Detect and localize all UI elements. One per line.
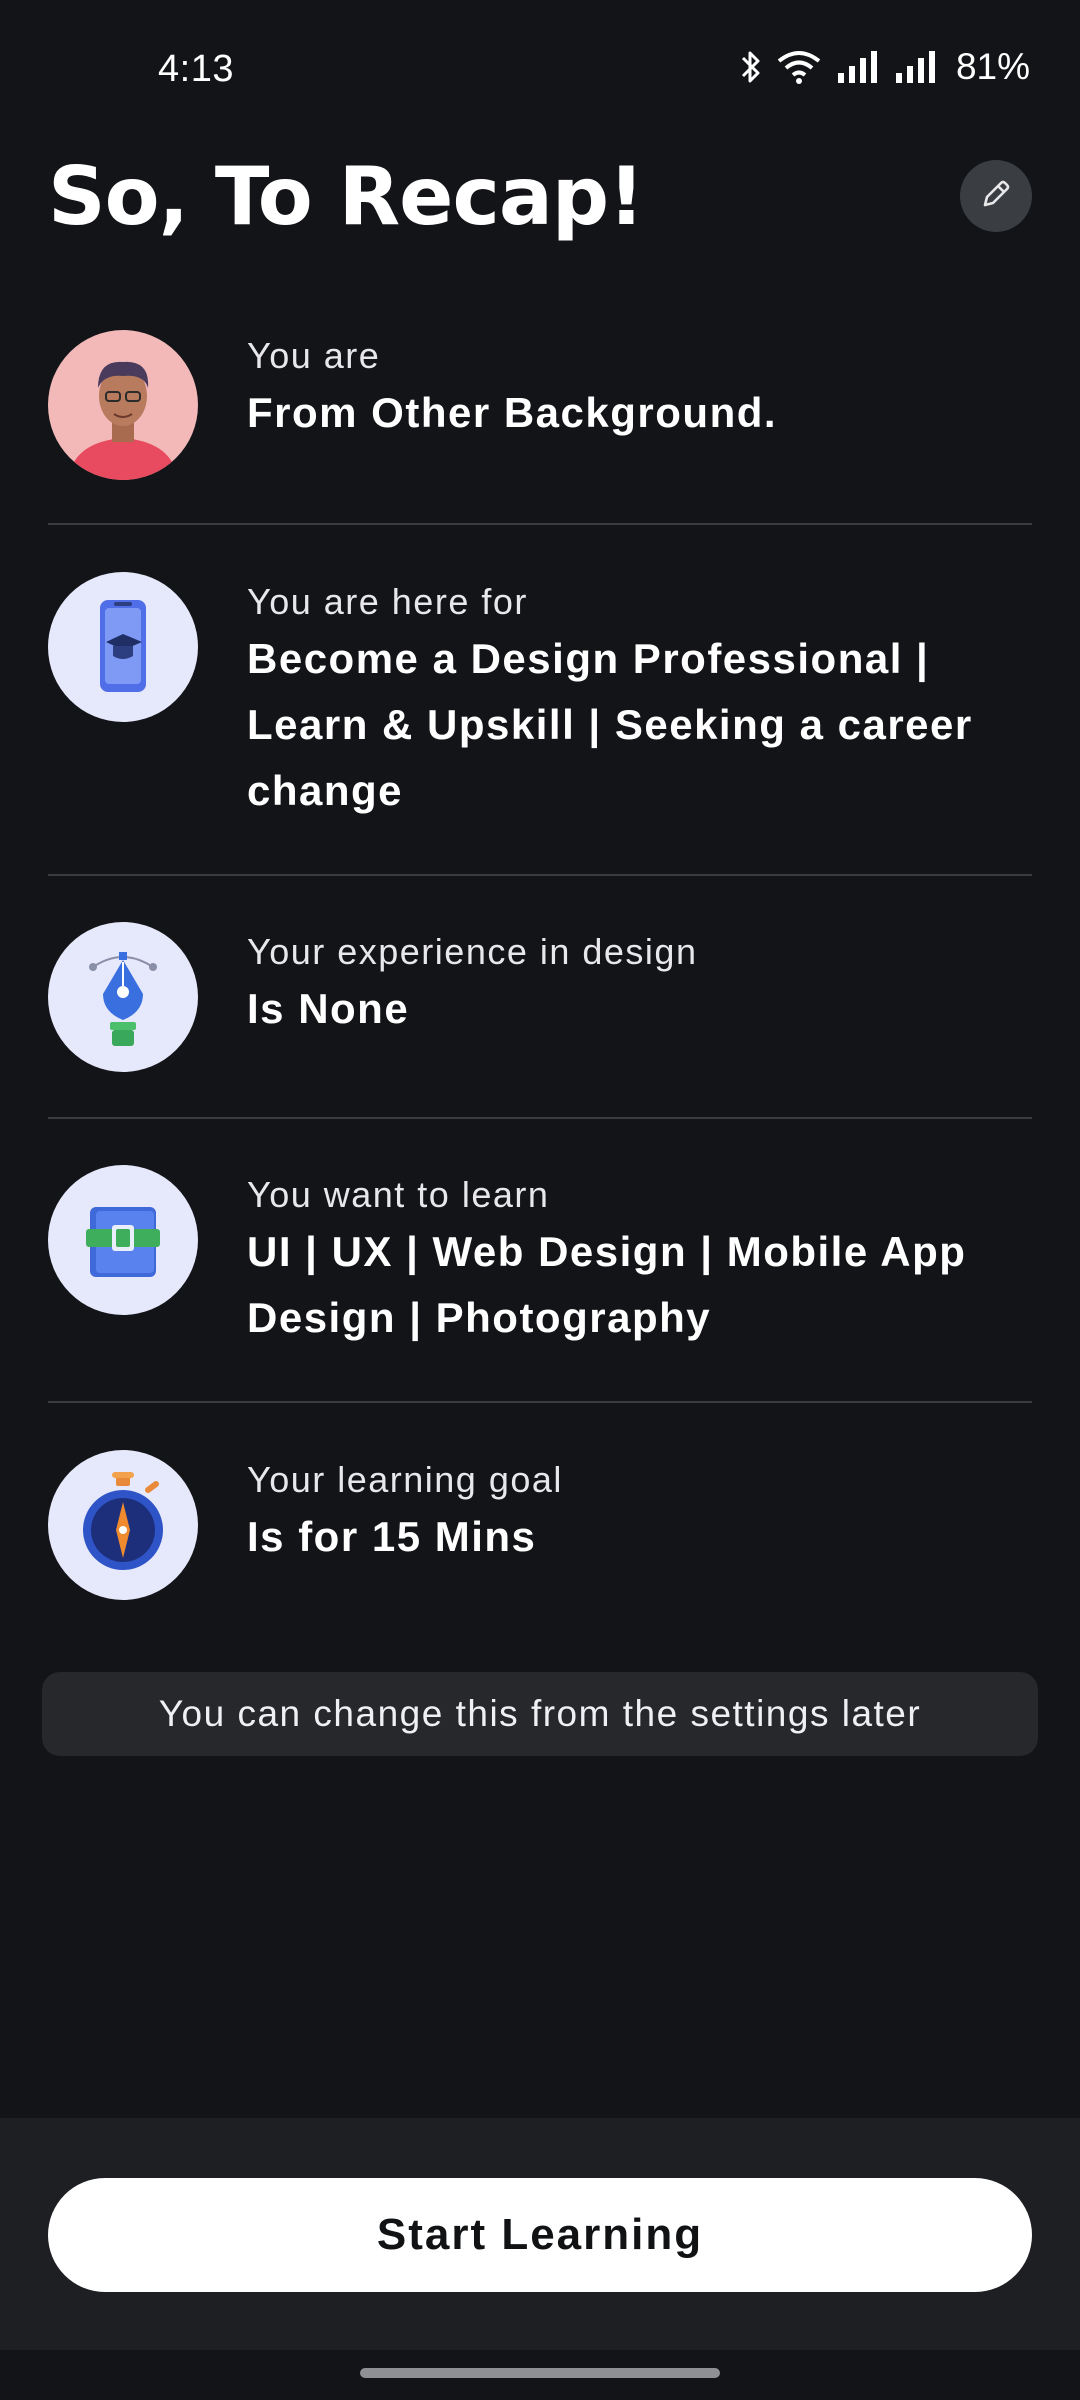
recap-value: Is None: [247, 985, 410, 1032]
wifi-icon: [776, 49, 822, 85]
recap-item-topics: You want to learn UI | UX | Web Design |…: [48, 1165, 1032, 1365]
person-avatar: [48, 330, 198, 480]
recap-item-goal: Your learning goal Is for 15 Mins: [48, 1450, 1032, 1600]
pen-tool-icon: [48, 922, 198, 1072]
home-indicator[interactable]: [360, 2368, 720, 2378]
phone-graduation-icon: [48, 572, 198, 722]
divider: [48, 523, 1032, 525]
recap-label: You are here for: [247, 581, 528, 622]
recap-value: Become a Design Professional | Learn & U…: [247, 635, 973, 814]
status-icons: 81%: [740, 46, 1030, 88]
book-icon: [48, 1165, 198, 1315]
page-title: So, To Recap!: [48, 150, 645, 243]
recap-value: From Other Background.: [247, 389, 778, 436]
signal-icon: [836, 49, 880, 85]
status-bar: 4:13 81%: [0, 0, 1080, 140]
settings-note: You can change this from the settings la…: [42, 1672, 1038, 1756]
bluetooth-icon: [740, 49, 762, 85]
divider: [48, 1401, 1032, 1403]
recap-value: Is for 15 Mins: [247, 1513, 537, 1560]
edit-button[interactable]: [960, 160, 1032, 232]
start-learning-button[interactable]: Start Learning: [48, 2178, 1032, 2292]
battery-percentage: 81%: [955, 46, 1030, 87]
status-time: 4:13: [158, 48, 234, 90]
stopwatch-icon: [48, 1450, 198, 1600]
divider: [48, 1117, 1032, 1119]
recap-text: Your learning goal Is for 15 Mins: [247, 1458, 1032, 1570]
recap-text: You want to learn UI | UX | Web Design |…: [247, 1173, 1032, 1351]
recap-value: UI | UX | Web Design | Mobile App Design…: [247, 1228, 967, 1341]
recap-item-purpose: You are here for Become a Design Profess…: [48, 572, 1032, 832]
divider: [48, 874, 1032, 876]
recap-label: You are: [247, 335, 381, 376]
pencil-icon: [978, 176, 1014, 217]
recap-screen: 4:13 81% So, To Recap! You are From Othe…: [0, 0, 1080, 2400]
recap-label: Your experience in design: [247, 931, 698, 972]
recap-item-experience: Your experience in design Is None: [48, 922, 1032, 1072]
signal-icon: [894, 49, 938, 85]
recap-label: Your learning goal: [247, 1459, 563, 1500]
recap-text: Your experience in design Is None: [247, 930, 1032, 1042]
recap-text: You are here for Become a Design Profess…: [247, 580, 1032, 824]
recap-text: You are From Other Background.: [247, 334, 1032, 446]
recap-item-background: You are From Other Background.: [48, 330, 1032, 480]
recap-label: You want to learn: [247, 1174, 550, 1215]
